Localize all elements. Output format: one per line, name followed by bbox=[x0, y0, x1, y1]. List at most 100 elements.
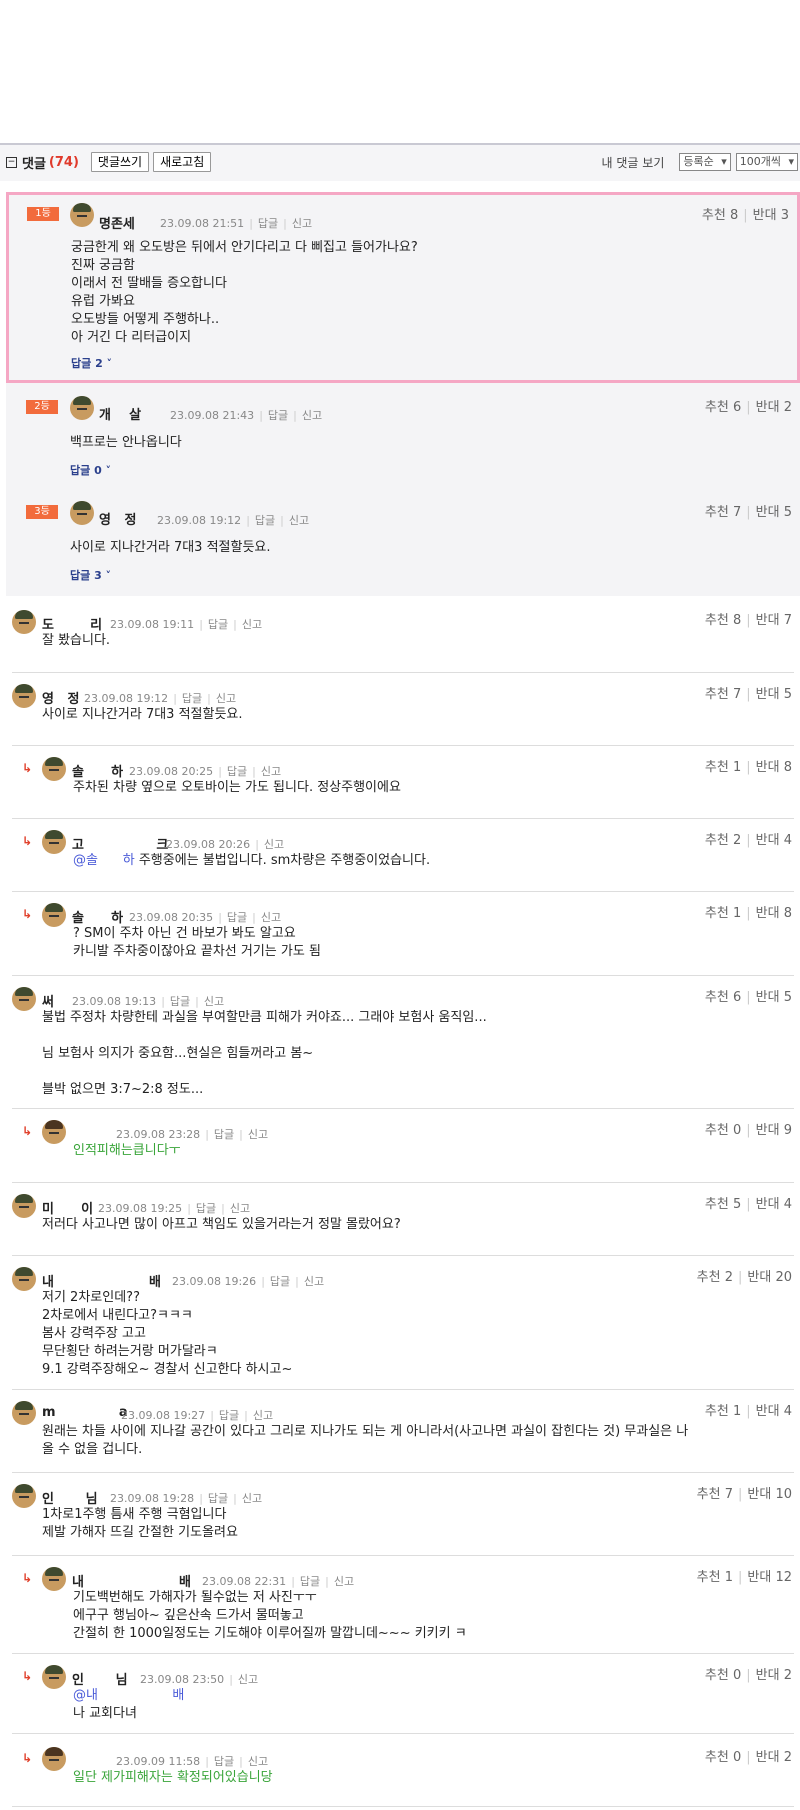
reply-link[interactable]: 답글 bbox=[227, 911, 247, 924]
my-comments-link[interactable]: 내 댓글 보기 bbox=[602, 154, 665, 171]
report-link[interactable]: 신고 bbox=[302, 409, 322, 422]
reply-link[interactable]: 답글 bbox=[258, 217, 278, 230]
upvote-label[interactable]: 추천 bbox=[705, 1668, 729, 1683]
upvote-label[interactable]: 추천 bbox=[705, 990, 729, 1005]
upvote-label[interactable]: 추천 bbox=[705, 687, 729, 702]
report-link[interactable]: 신고 bbox=[292, 217, 312, 230]
nickname[interactable]: m a bbox=[42, 1405, 128, 1420]
nickname[interactable]: 솔 하 bbox=[72, 761, 123, 780]
reply-link[interactable]: 답글 bbox=[300, 1575, 320, 1588]
downvote-label[interactable]: 반대 bbox=[756, 1668, 780, 1683]
upvote-label[interactable]: 추천 bbox=[705, 833, 729, 848]
replies-toggle[interactable]: 답글 3 ˅ bbox=[70, 567, 111, 583]
upvote-label[interactable]: 추천 bbox=[705, 400, 729, 415]
report-link[interactable]: 신고 bbox=[204, 995, 224, 1008]
downvote-label[interactable]: 반대 bbox=[756, 833, 780, 848]
nickname[interactable]: 인 님 bbox=[72, 1669, 128, 1688]
reply-link[interactable]: 답글 bbox=[214, 1755, 234, 1768]
downvote-label[interactable]: 반대 bbox=[756, 1750, 780, 1765]
nickname[interactable]: 미 이 bbox=[42, 1198, 93, 1217]
comment-body: 원래는 차들 사이에 지나갈 공간이 있다고 그리로 지나가도 되는 게 아니라… bbox=[42, 1423, 688, 1459]
reply-link[interactable]: 답글 bbox=[219, 1409, 239, 1422]
nickname[interactable]: 인 님 bbox=[42, 1488, 98, 1507]
report-link[interactable]: 신고 bbox=[289, 514, 309, 527]
mention-link[interactable]: @솔 하 bbox=[73, 853, 135, 868]
mention-link[interactable]: @내 배 bbox=[73, 1688, 184, 1703]
nickname[interactable]: 명존세 bbox=[99, 213, 135, 232]
reply-link[interactable]: 답글 bbox=[214, 1128, 234, 1141]
nickname[interactable]: 솔 하 bbox=[72, 907, 123, 926]
nickname[interactable]: 도 리 bbox=[42, 614, 102, 633]
upvote-label[interactable]: 추천 bbox=[697, 1570, 721, 1585]
report-link[interactable]: 신고 bbox=[253, 1409, 273, 1422]
replies-toggle[interactable]: 답글 2 ˅ bbox=[71, 355, 112, 371]
nickname[interactable]: 내 배 bbox=[72, 1571, 191, 1590]
upvote-label[interactable]: 추천 bbox=[705, 906, 729, 921]
reply-link[interactable]: 답글 bbox=[255, 514, 275, 527]
report-link[interactable]: 신고 bbox=[261, 765, 281, 778]
report-link[interactable]: 신고 bbox=[334, 1575, 354, 1588]
report-link[interactable]: 신고 bbox=[264, 838, 284, 851]
upvote-count: 5 bbox=[732, 1197, 742, 1212]
nickname[interactable]: 영 정 bbox=[99, 509, 137, 528]
report-link[interactable]: 신고 bbox=[304, 1275, 324, 1288]
comment-meta: 23.09.08 19:11 | 답글 | 신고 bbox=[110, 618, 263, 631]
report-link[interactable]: 신고 bbox=[242, 618, 262, 631]
downvote-label[interactable]: 반대 bbox=[756, 906, 780, 921]
refresh-button[interactable]: 새로고침 bbox=[153, 152, 212, 172]
comment-text: ? SM이 주차 아닌 건 바보가 봐도 알고요 카니발 주차중이잖아요 끝차선… bbox=[73, 926, 321, 959]
downvote-label[interactable]: 반대 bbox=[747, 1487, 771, 1502]
upvote-count: 2 bbox=[732, 833, 742, 848]
nickname[interactable]: 고 크 bbox=[72, 834, 168, 853]
comment-divider bbox=[12, 1389, 794, 1390]
downvote-label[interactable]: 반대 bbox=[756, 1123, 780, 1138]
report-link[interactable]: 신고 bbox=[230, 1202, 250, 1215]
reply-link[interactable]: 답글 bbox=[270, 1275, 290, 1288]
upvote-label[interactable]: 추천 bbox=[705, 1197, 729, 1212]
downvote-label[interactable]: 반대 bbox=[747, 1570, 771, 1585]
downvote-label[interactable]: 반대 bbox=[756, 687, 780, 702]
upvote-label[interactable]: 추천 bbox=[697, 1270, 721, 1285]
comment-text: 1차로1주행 틈새 주행 극혐입니다 제발 가해자 뜨길 간절한 기도올려요 bbox=[42, 1507, 238, 1540]
nickname[interactable]: 개 살 bbox=[99, 404, 141, 423]
report-link[interactable]: 신고 bbox=[242, 1492, 262, 1505]
upvote-label[interactable]: 추천 bbox=[697, 1487, 721, 1502]
downvote-label[interactable]: 반대 bbox=[756, 760, 780, 775]
write-comment-button[interactable]: 댓글쓰기 bbox=[90, 152, 150, 172]
reply-link[interactable]: 답글 bbox=[182, 692, 202, 705]
upvote-label[interactable]: 추천 bbox=[705, 1404, 729, 1419]
upvote-label[interactable]: 추천 bbox=[705, 1750, 729, 1765]
downvote-label[interactable]: 반대 bbox=[756, 990, 780, 1005]
upvote-label[interactable]: 추천 bbox=[705, 613, 729, 628]
report-link[interactable]: 신고 bbox=[248, 1128, 268, 1141]
report-link[interactable]: 신고 bbox=[248, 1755, 268, 1768]
avatar bbox=[70, 501, 94, 525]
reply-link[interactable]: 답글 bbox=[196, 1202, 216, 1215]
reply-link[interactable]: 답글 bbox=[268, 409, 288, 422]
downvote-label[interactable]: 반대 bbox=[756, 400, 780, 415]
reply-link[interactable]: 답글 bbox=[208, 618, 228, 631]
nickname[interactable]: 써 bbox=[42, 991, 54, 1010]
sort-select[interactable]: 등록순 bbox=[679, 153, 731, 171]
upvote-label[interactable]: 추천 bbox=[705, 1123, 729, 1138]
reply-link[interactable]: 답글 bbox=[227, 765, 247, 778]
page-size-select[interactable]: 100개씩 bbox=[735, 153, 798, 171]
upvote-label[interactable]: 추천 bbox=[702, 208, 726, 223]
nickname[interactable]: 내 배 bbox=[42, 1271, 161, 1290]
report-link[interactable]: 신고 bbox=[238, 1673, 258, 1686]
upvote-label[interactable]: 추천 bbox=[705, 760, 729, 775]
reply-link[interactable]: 답글 bbox=[208, 1492, 228, 1505]
downvote-label[interactable]: 반대 bbox=[753, 208, 777, 223]
downvote-label[interactable]: 반대 bbox=[756, 1404, 780, 1419]
reply-link[interactable]: 답글 bbox=[170, 995, 190, 1008]
report-link[interactable]: 신고 bbox=[216, 692, 236, 705]
report-link[interactable]: 신고 bbox=[261, 911, 281, 924]
downvote-label[interactable]: 반대 bbox=[747, 1270, 771, 1285]
minus-box-icon[interactable]: − bbox=[6, 156, 17, 168]
nickname[interactable]: 영 정 bbox=[42, 688, 80, 707]
upvote-label[interactable]: 추천 bbox=[705, 505, 729, 520]
downvote-label[interactable]: 반대 bbox=[756, 1197, 780, 1212]
replies-toggle[interactable]: 답글 0 ˅ bbox=[70, 462, 111, 478]
downvote-label[interactable]: 반대 bbox=[756, 613, 780, 628]
downvote-label[interactable]: 반대 bbox=[756, 505, 780, 520]
